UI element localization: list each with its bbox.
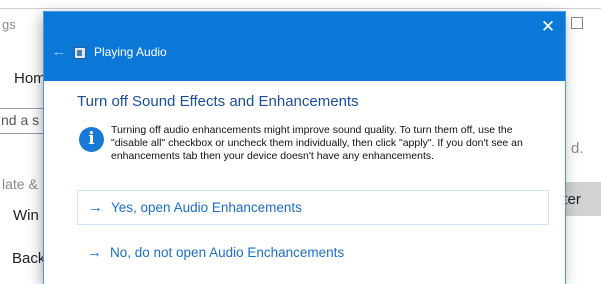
background-breadcrumb: gs (2, 17, 16, 32)
nav-item-home[interactable]: Hom (14, 70, 46, 87)
dialog-window-title: Playing Audio (94, 45, 167, 59)
dialog-titlebar: ✕ ← Playing Audio (44, 12, 565, 81)
background-window-border (0, 8, 601, 9)
close-icon[interactable]: ✕ (539, 18, 557, 36)
background-section-header: late & (2, 176, 38, 192)
option-label: Yes, open Audio Enhancements (111, 200, 302, 215)
playing-audio-dialog: ✕ ← Playing Audio Turn off Sound Effects… (44, 12, 565, 284)
info-icon: i (79, 127, 104, 152)
nav-item-windows[interactable]: Win (13, 207, 39, 224)
search-placeholder: nd a s (1, 112, 40, 128)
right-arrow-icon: → (87, 244, 102, 261)
back-arrow-icon[interactable]: ← (50, 43, 68, 61)
background-text: d. (571, 140, 584, 157)
option-label: No, do not open Audio Enchancements (110, 245, 345, 260)
nav-item-backup[interactable]: Back (12, 250, 45, 267)
dialog-heading: Turn off Sound Effects and Enhancements (77, 93, 359, 110)
no-do-not-open-enhancements-option[interactable]: → No, do not open Audio Enchancements (77, 236, 549, 271)
troubleshooter-app-icon (74, 47, 86, 59)
maximize-icon[interactable] (571, 17, 583, 29)
background-search-input[interactable]: nd a s (0, 108, 46, 134)
info-message: Turning off audio enhancements might imp… (111, 124, 523, 162)
right-arrow-icon: → (88, 199, 103, 216)
yes-open-enhancements-option[interactable]: → Yes, open Audio Enhancements (77, 190, 549, 225)
